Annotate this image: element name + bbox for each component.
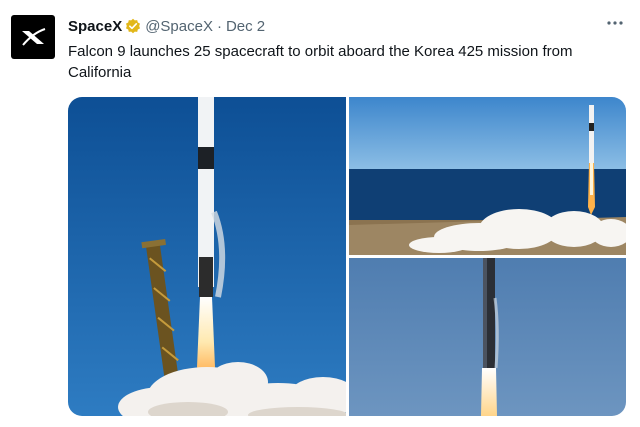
account-handle[interactable]: @SpaceX — [145, 18, 213, 35]
rocket-launch-tower-photo — [68, 97, 346, 416]
tweet-date[interactable]: Dec 2 — [226, 18, 265, 35]
avatar[interactable] — [11, 15, 55, 59]
verified-badge-icon[interactable] — [125, 18, 141, 34]
media-grid — [68, 97, 626, 416]
rocket-launch-coast-photo — [349, 97, 626, 255]
rocket-ascent-closeup-photo — [349, 258, 626, 416]
photo-bottom-right[interactable] — [349, 258, 626, 416]
account-name[interactable]: SpaceX — [68, 18, 122, 35]
spacex-x-logo-icon — [22, 28, 46, 46]
tweet-card[interactable]: SpaceX @SpaceX · Dec 2 Falcon 9 launches… — [0, 0, 640, 427]
more-options-button[interactable] — [604, 12, 626, 34]
tweet-header: SpaceX @SpaceX · Dec 2 — [68, 16, 265, 36]
photo-left[interactable] — [68, 97, 346, 416]
photo-top-right[interactable] — [349, 97, 626, 255]
tweet-text: Falcon 9 launches 25 spacecraft to orbit… — [68, 43, 573, 81]
separator-dot: · — [216, 17, 222, 35]
more-options-icon — [607, 21, 623, 25]
